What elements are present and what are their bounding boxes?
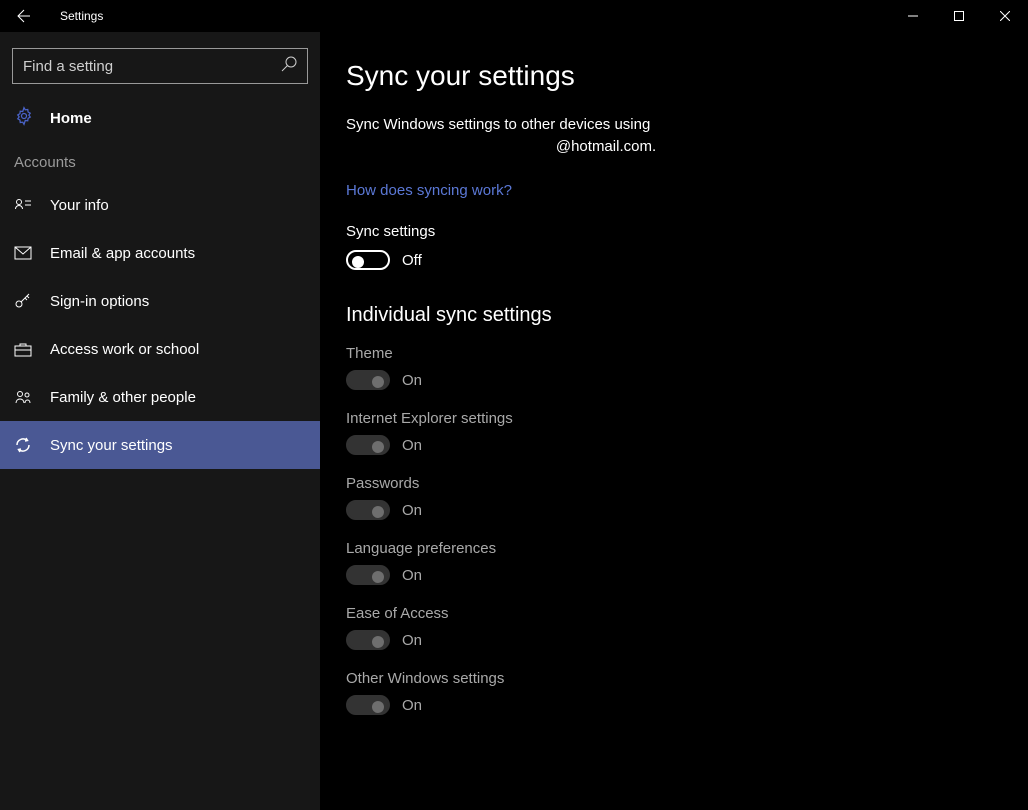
window-title: Settings bbox=[60, 9, 103, 23]
language-state: On bbox=[402, 567, 422, 584]
sidebar-item-label: Your info bbox=[50, 197, 109, 214]
sidebar-item-label: Sync your settings bbox=[50, 437, 173, 454]
gear-icon bbox=[14, 106, 34, 130]
theme-toggle bbox=[346, 370, 390, 390]
how-syncing-works-link[interactable]: How does syncing work? bbox=[346, 182, 512, 199]
window-controls bbox=[890, 0, 1028, 32]
setting-title-ie: Internet Explorer settings bbox=[346, 410, 1002, 427]
sidebar-item-label: Email & app accounts bbox=[50, 245, 195, 262]
passwords-toggle bbox=[346, 500, 390, 520]
sync-icon bbox=[14, 436, 32, 454]
sidebar-item-label: Access work or school bbox=[50, 341, 199, 358]
people-icon bbox=[14, 388, 32, 406]
minimize-button[interactable] bbox=[890, 0, 936, 32]
sidebar-section-accounts: Accounts bbox=[0, 140, 320, 181]
setting-title-ease-of-access: Ease of Access bbox=[346, 605, 1002, 622]
language-toggle bbox=[346, 565, 390, 585]
passwords-state: On bbox=[402, 502, 422, 519]
maximize-button[interactable] bbox=[936, 0, 982, 32]
main-content: Sync your settings Sync Windows settings… bbox=[320, 32, 1028, 810]
briefcase-icon bbox=[14, 340, 32, 358]
ie-toggle bbox=[346, 435, 390, 455]
setting-title-passwords: Passwords bbox=[346, 475, 1002, 492]
individual-section-heading: Individual sync settings bbox=[346, 304, 1002, 327]
sync-settings-label: Sync settings bbox=[346, 223, 1002, 240]
home-label: Home bbox=[50, 110, 92, 127]
setting-title-theme: Theme bbox=[346, 345, 1002, 362]
sync-settings-state: Off bbox=[402, 252, 422, 269]
key-icon bbox=[14, 292, 32, 310]
description-line-2: @hotmail.com. bbox=[346, 136, 866, 158]
sidebar-item-access-work-school[interactable]: Access work or school bbox=[0, 325, 320, 373]
titlebar: Settings bbox=[0, 0, 1028, 32]
sync-settings-toggle[interactable] bbox=[346, 250, 390, 270]
theme-state: On bbox=[402, 372, 422, 389]
back-button[interactable] bbox=[4, 0, 44, 32]
sidebar: Find a setting Home Accounts Your info bbox=[0, 32, 320, 810]
other-windows-toggle bbox=[346, 695, 390, 715]
sidebar-item-your-info[interactable]: Your info bbox=[0, 181, 320, 229]
search-placeholder: Find a setting bbox=[23, 58, 281, 75]
page-heading: Sync your settings bbox=[346, 60, 1002, 92]
sidebar-item-family[interactable]: Family & other people bbox=[0, 373, 320, 421]
setting-title-other: Other Windows settings bbox=[346, 670, 1002, 687]
sidebar-item-label: Sign-in options bbox=[50, 293, 149, 310]
search-input[interactable]: Find a setting bbox=[12, 48, 308, 84]
home-nav[interactable]: Home bbox=[0, 96, 320, 140]
ie-state: On bbox=[402, 437, 422, 454]
other-windows-state: On bbox=[402, 697, 422, 714]
setting-title-language: Language preferences bbox=[346, 540, 1002, 557]
sidebar-item-email-accounts[interactable]: Email & app accounts bbox=[0, 229, 320, 277]
person-card-icon bbox=[14, 196, 32, 214]
search-icon bbox=[281, 56, 297, 76]
sidebar-item-label: Family & other people bbox=[50, 389, 196, 406]
close-button[interactable] bbox=[982, 0, 1028, 32]
ease-of-access-toggle bbox=[346, 630, 390, 650]
mail-icon bbox=[14, 244, 32, 262]
ease-of-access-state: On bbox=[402, 632, 422, 649]
description-line-1: Sync Windows settings to other devices u… bbox=[346, 116, 650, 133]
sidebar-item-sync-settings[interactable]: Sync your settings bbox=[0, 421, 320, 469]
sync-description: Sync Windows settings to other devices u… bbox=[346, 114, 866, 158]
sidebar-item-signin-options[interactable]: Sign-in options bbox=[0, 277, 320, 325]
